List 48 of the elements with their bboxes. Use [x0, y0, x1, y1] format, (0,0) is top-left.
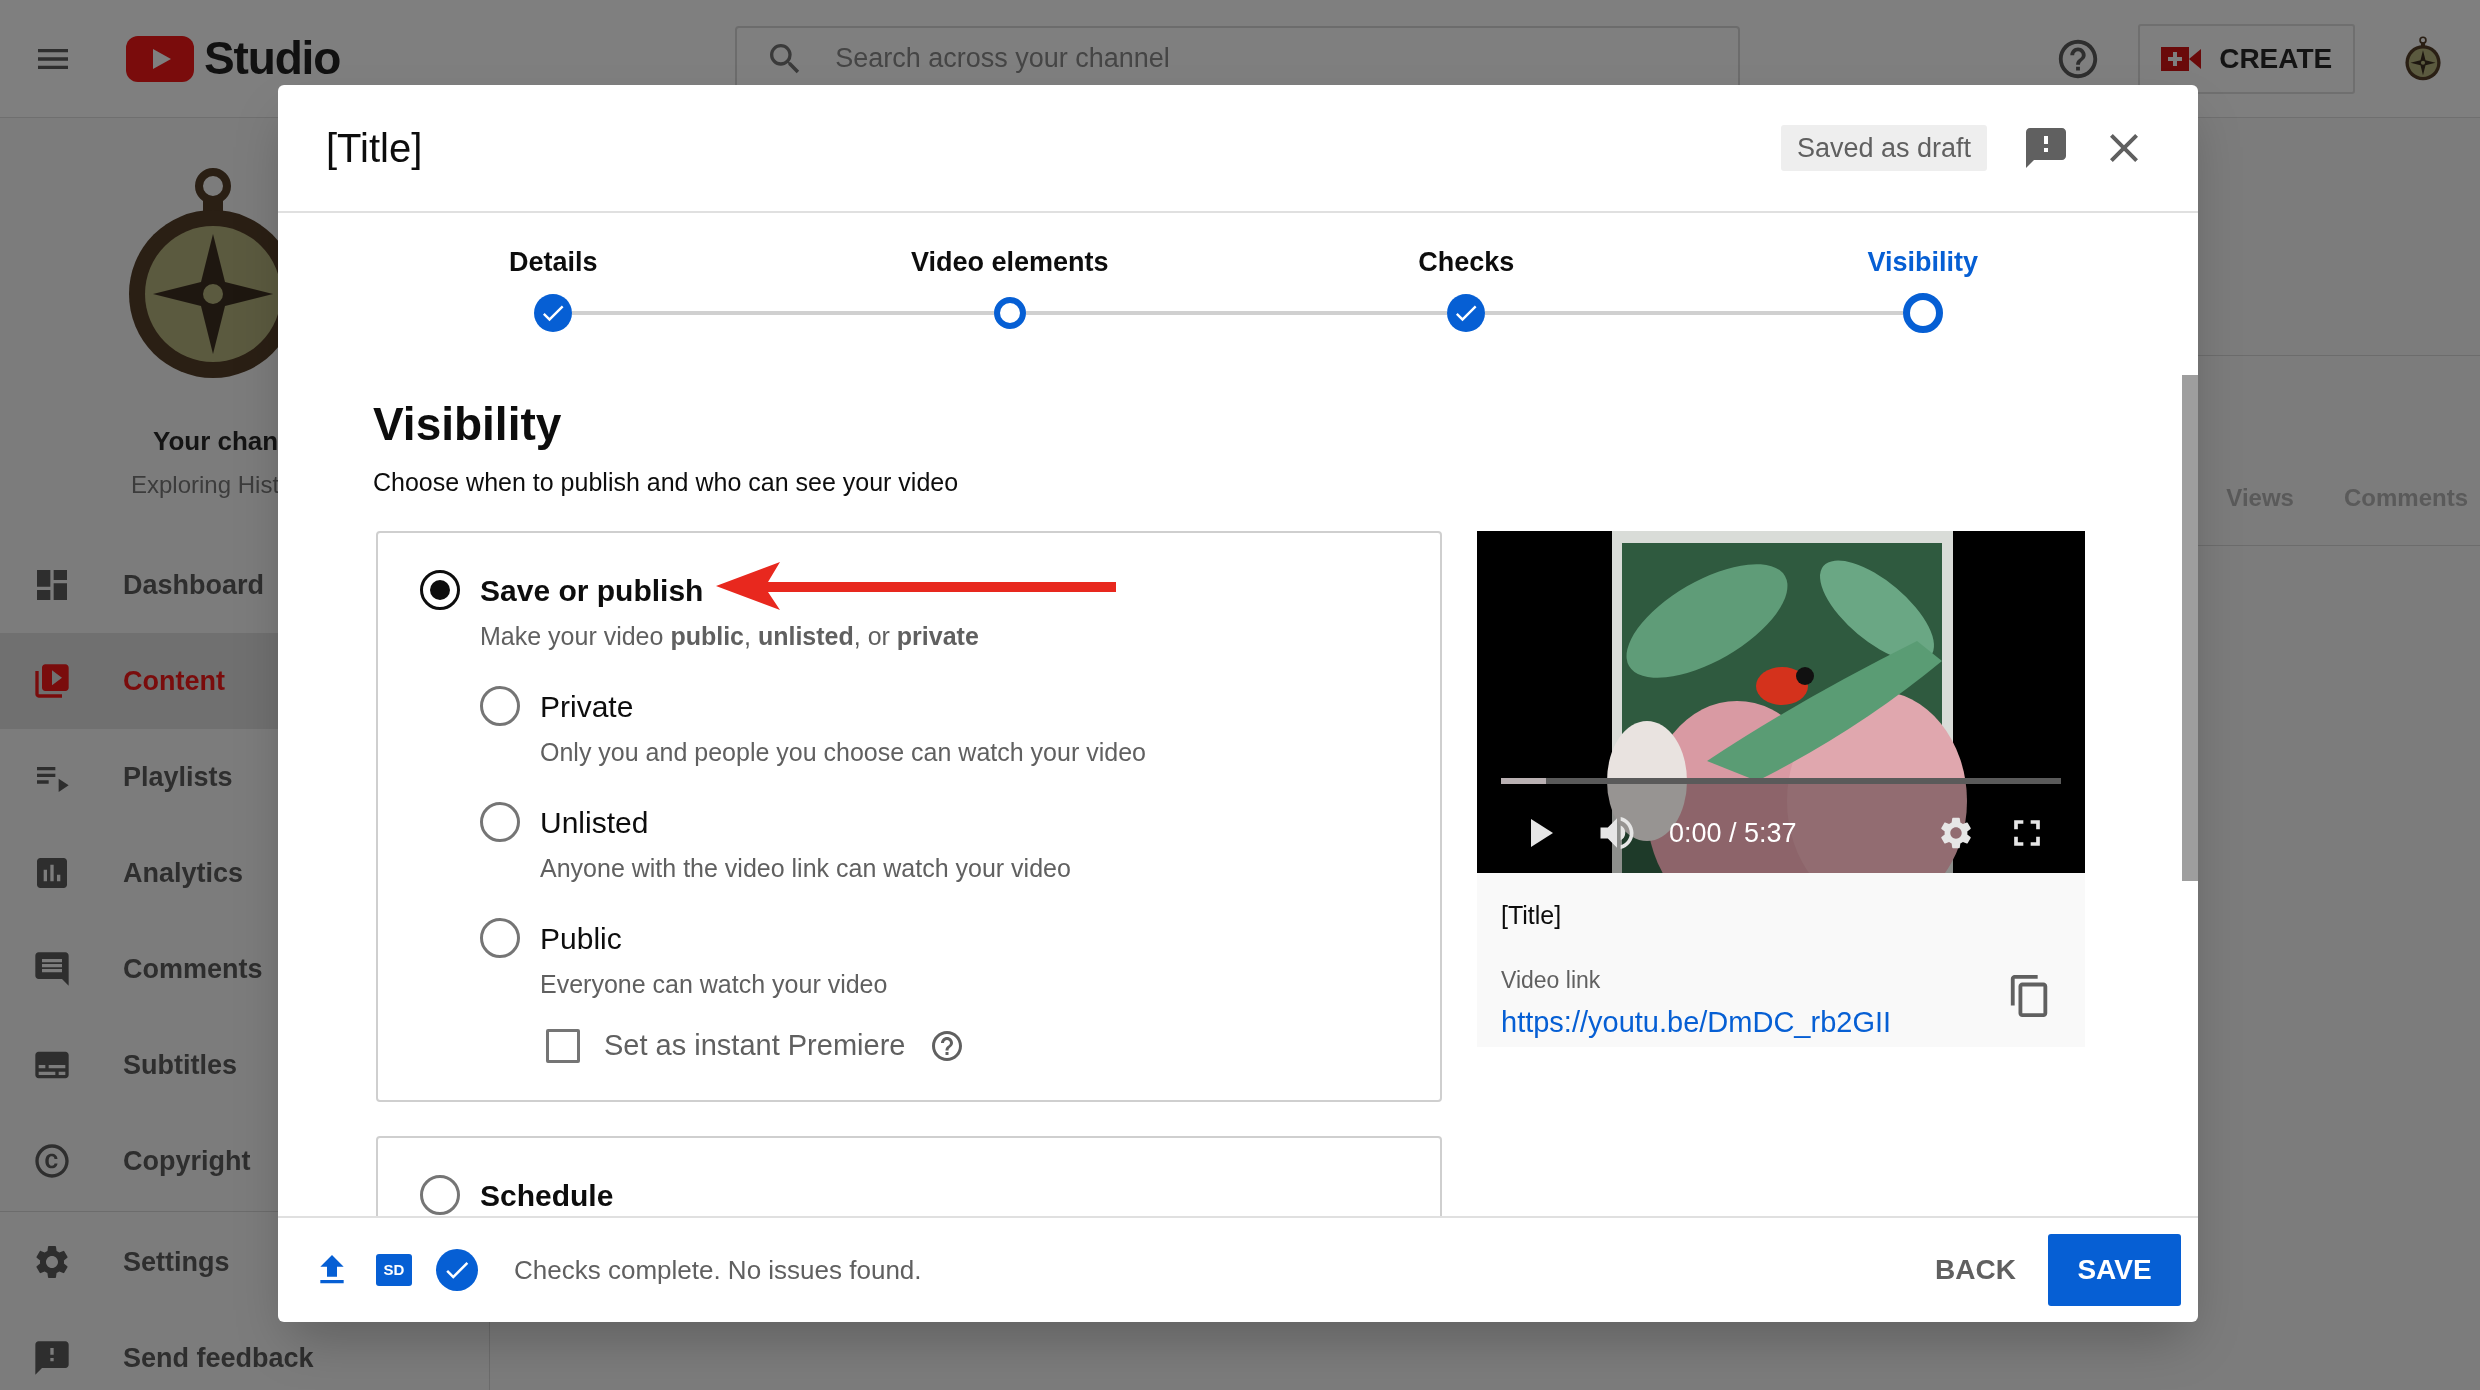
- link-label: Video link: [1501, 965, 1602, 995]
- draft-status: Saved as draft: [1780, 125, 1987, 171]
- video-time: 0:00 / 5:37: [1669, 816, 1797, 850]
- video-stack-icon: [32, 661, 72, 701]
- option-description: Everyone can watch your video: [540, 969, 889, 1000]
- option-label[interactable]: Schedule: [480, 1172, 614, 1216]
- option-label[interactable]: Private: [540, 683, 634, 729]
- option-description: Anyone with the video link can watch your video: [540, 853, 1072, 884]
- step-label[interactable]: Video elements: [910, 246, 1109, 278]
- sidebar-item[interactable]: Subtitles: [0, 1017, 489, 1113]
- step-label[interactable]: Details: [508, 246, 598, 278]
- video-player[interactable]: 0:00 / 5:37: [1477, 531, 2085, 873]
- channel-name: Your chan: [153, 425, 279, 458]
- option-description: Only you and people you choose can watch your video: [540, 737, 1147, 768]
- sidebar-item[interactable]: Comments: [0, 921, 489, 1017]
- step-done-icon[interactable]: [1447, 294, 1486, 332]
- copyright-icon: [32, 1141, 72, 1181]
- radio-button[interactable]: [480, 802, 520, 842]
- dialog-title: [Title]: [326, 125, 423, 172]
- checkbox-label[interactable]: Set as instant Premiere: [604, 1024, 906, 1068]
- sidebar-item[interactable]: Analytics: [0, 825, 489, 921]
- sidebar-item[interactable]: Send feedback: [0, 1310, 489, 1390]
- option-label[interactable]: Save or publish: [480, 567, 704, 613]
- play-logo-icon: [126, 35, 194, 82]
- video-title: [Title]: [1501, 900, 1563, 931]
- step-label[interactable]: Visibility: [1867, 246, 1978, 278]
- radio-button[interactable]: [480, 686, 520, 726]
- section-heading: Visibility: [373, 397, 563, 451]
- status-text: Checks complete. No issues found.: [514, 1253, 922, 1287]
- option-label[interactable]: Unlisted: [540, 799, 649, 845]
- scrollbar-thumb[interactable]: [2182, 375, 2198, 881]
- radio-button[interactable]: [420, 1175, 460, 1215]
- radio-button[interactable]: [480, 918, 520, 958]
- sidebar-item[interactable]: Playlists: [0, 729, 489, 825]
- progress-track[interactable]: [1501, 778, 2061, 784]
- save-button[interactable]: SAVE: [2048, 1234, 2181, 1306]
- video-link[interactable]: https://youtu.be/DmDC_rb2GII: [1501, 1001, 1892, 1045]
- step-label[interactable]: Checks: [1418, 246, 1515, 278]
- back-button[interactable]: BACK: [1923, 1234, 2028, 1306]
- logo-text: Studio: [204, 31, 341, 86]
- channel-subtitle: Exploring Hist: [131, 470, 280, 500]
- option-label[interactable]: Public: [540, 915, 622, 961]
- checkbox[interactable]: [546, 1029, 580, 1063]
- step-done-icon[interactable]: [534, 294, 573, 332]
- section-subtitle: Choose when to publish and who can see your video: [373, 467, 960, 498]
- quality-badge: SD: [376, 1254, 412, 1286]
- video-plus-icon: [2161, 44, 2202, 73]
- radio-button[interactable]: [420, 570, 460, 610]
